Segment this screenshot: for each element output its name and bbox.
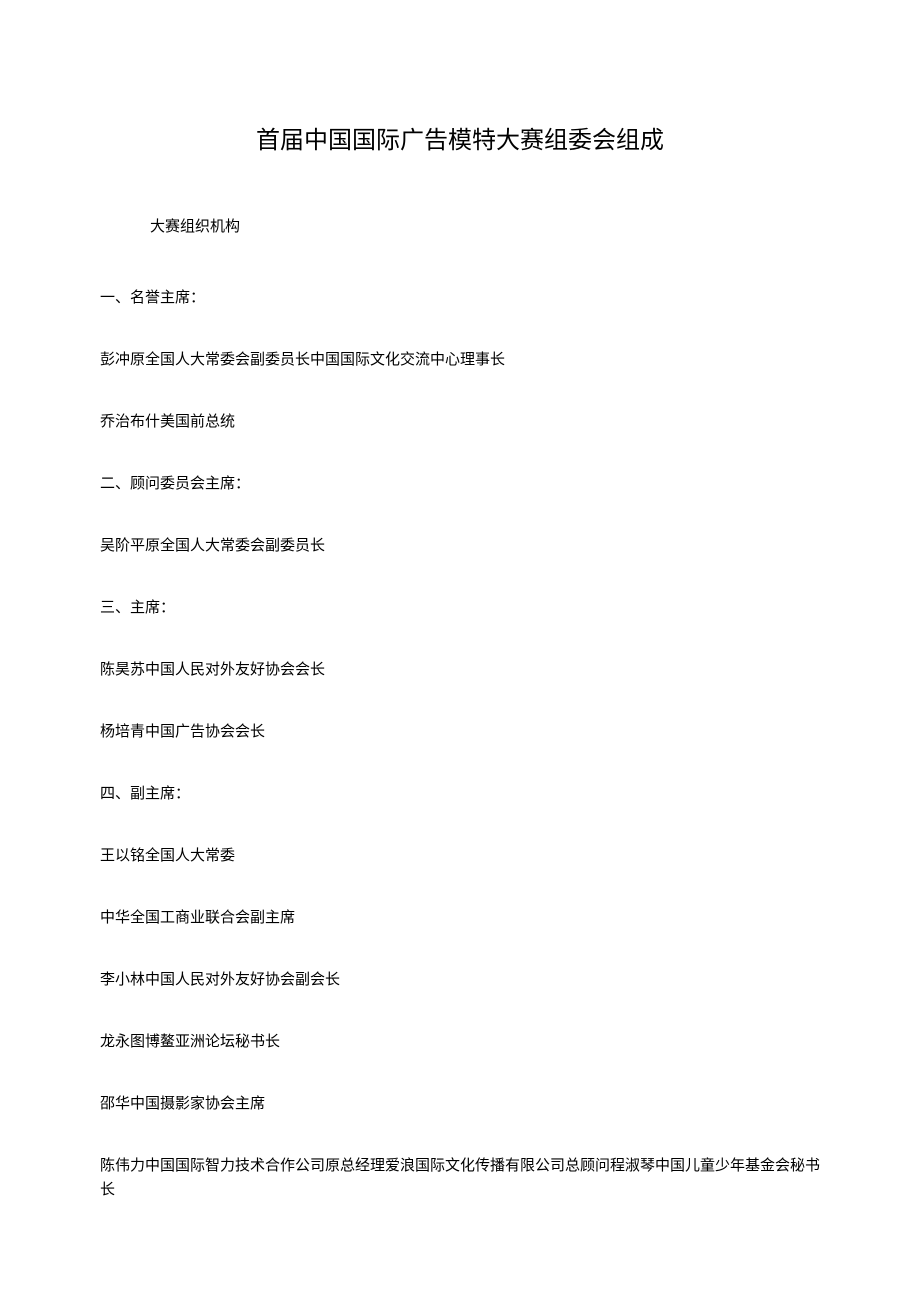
paragraph: 中华全国工商业联合会副主席 xyxy=(100,906,820,930)
paragraph: 吴阶平原全国人大常委会副委员长 xyxy=(100,534,820,558)
paragraph: 杨培青中国广告协会会长 xyxy=(100,720,820,744)
paragraph: 彭冲原全国人大常委会副委员长中国国际文化交流中心理事长 xyxy=(100,348,820,372)
paragraph: 乔治布什美国前总统 xyxy=(100,410,820,434)
document-title: 首届中国国际广告模特大赛组委会组成 xyxy=(100,120,820,155)
paragraph: 邵华中国摄影家协会主席 xyxy=(100,1092,820,1116)
paragraph: 四、副主席： xyxy=(100,782,820,806)
paragraph: 王以铭全国人大常委 xyxy=(100,844,820,868)
paragraph: 三、主席： xyxy=(100,596,820,620)
paragraph: 李小林中国人民对外友好协会副会长 xyxy=(100,968,820,992)
document-subtitle: 大赛组织机构 xyxy=(150,215,820,236)
paragraph: 陈昊苏中国人民对外友好协会会长 xyxy=(100,658,820,682)
paragraph: 龙永图博鳌亚洲论坛秘书长 xyxy=(100,1030,820,1054)
paragraph: 一、名誉主席： xyxy=(100,286,820,310)
paragraph: 二、顾问委员会主席： xyxy=(100,472,820,496)
paragraph: 陈伟力中国国际智力技术合作公司原总经理爱浪国际文化传播有限公司总顾问程淑琴中国儿… xyxy=(100,1154,820,1202)
